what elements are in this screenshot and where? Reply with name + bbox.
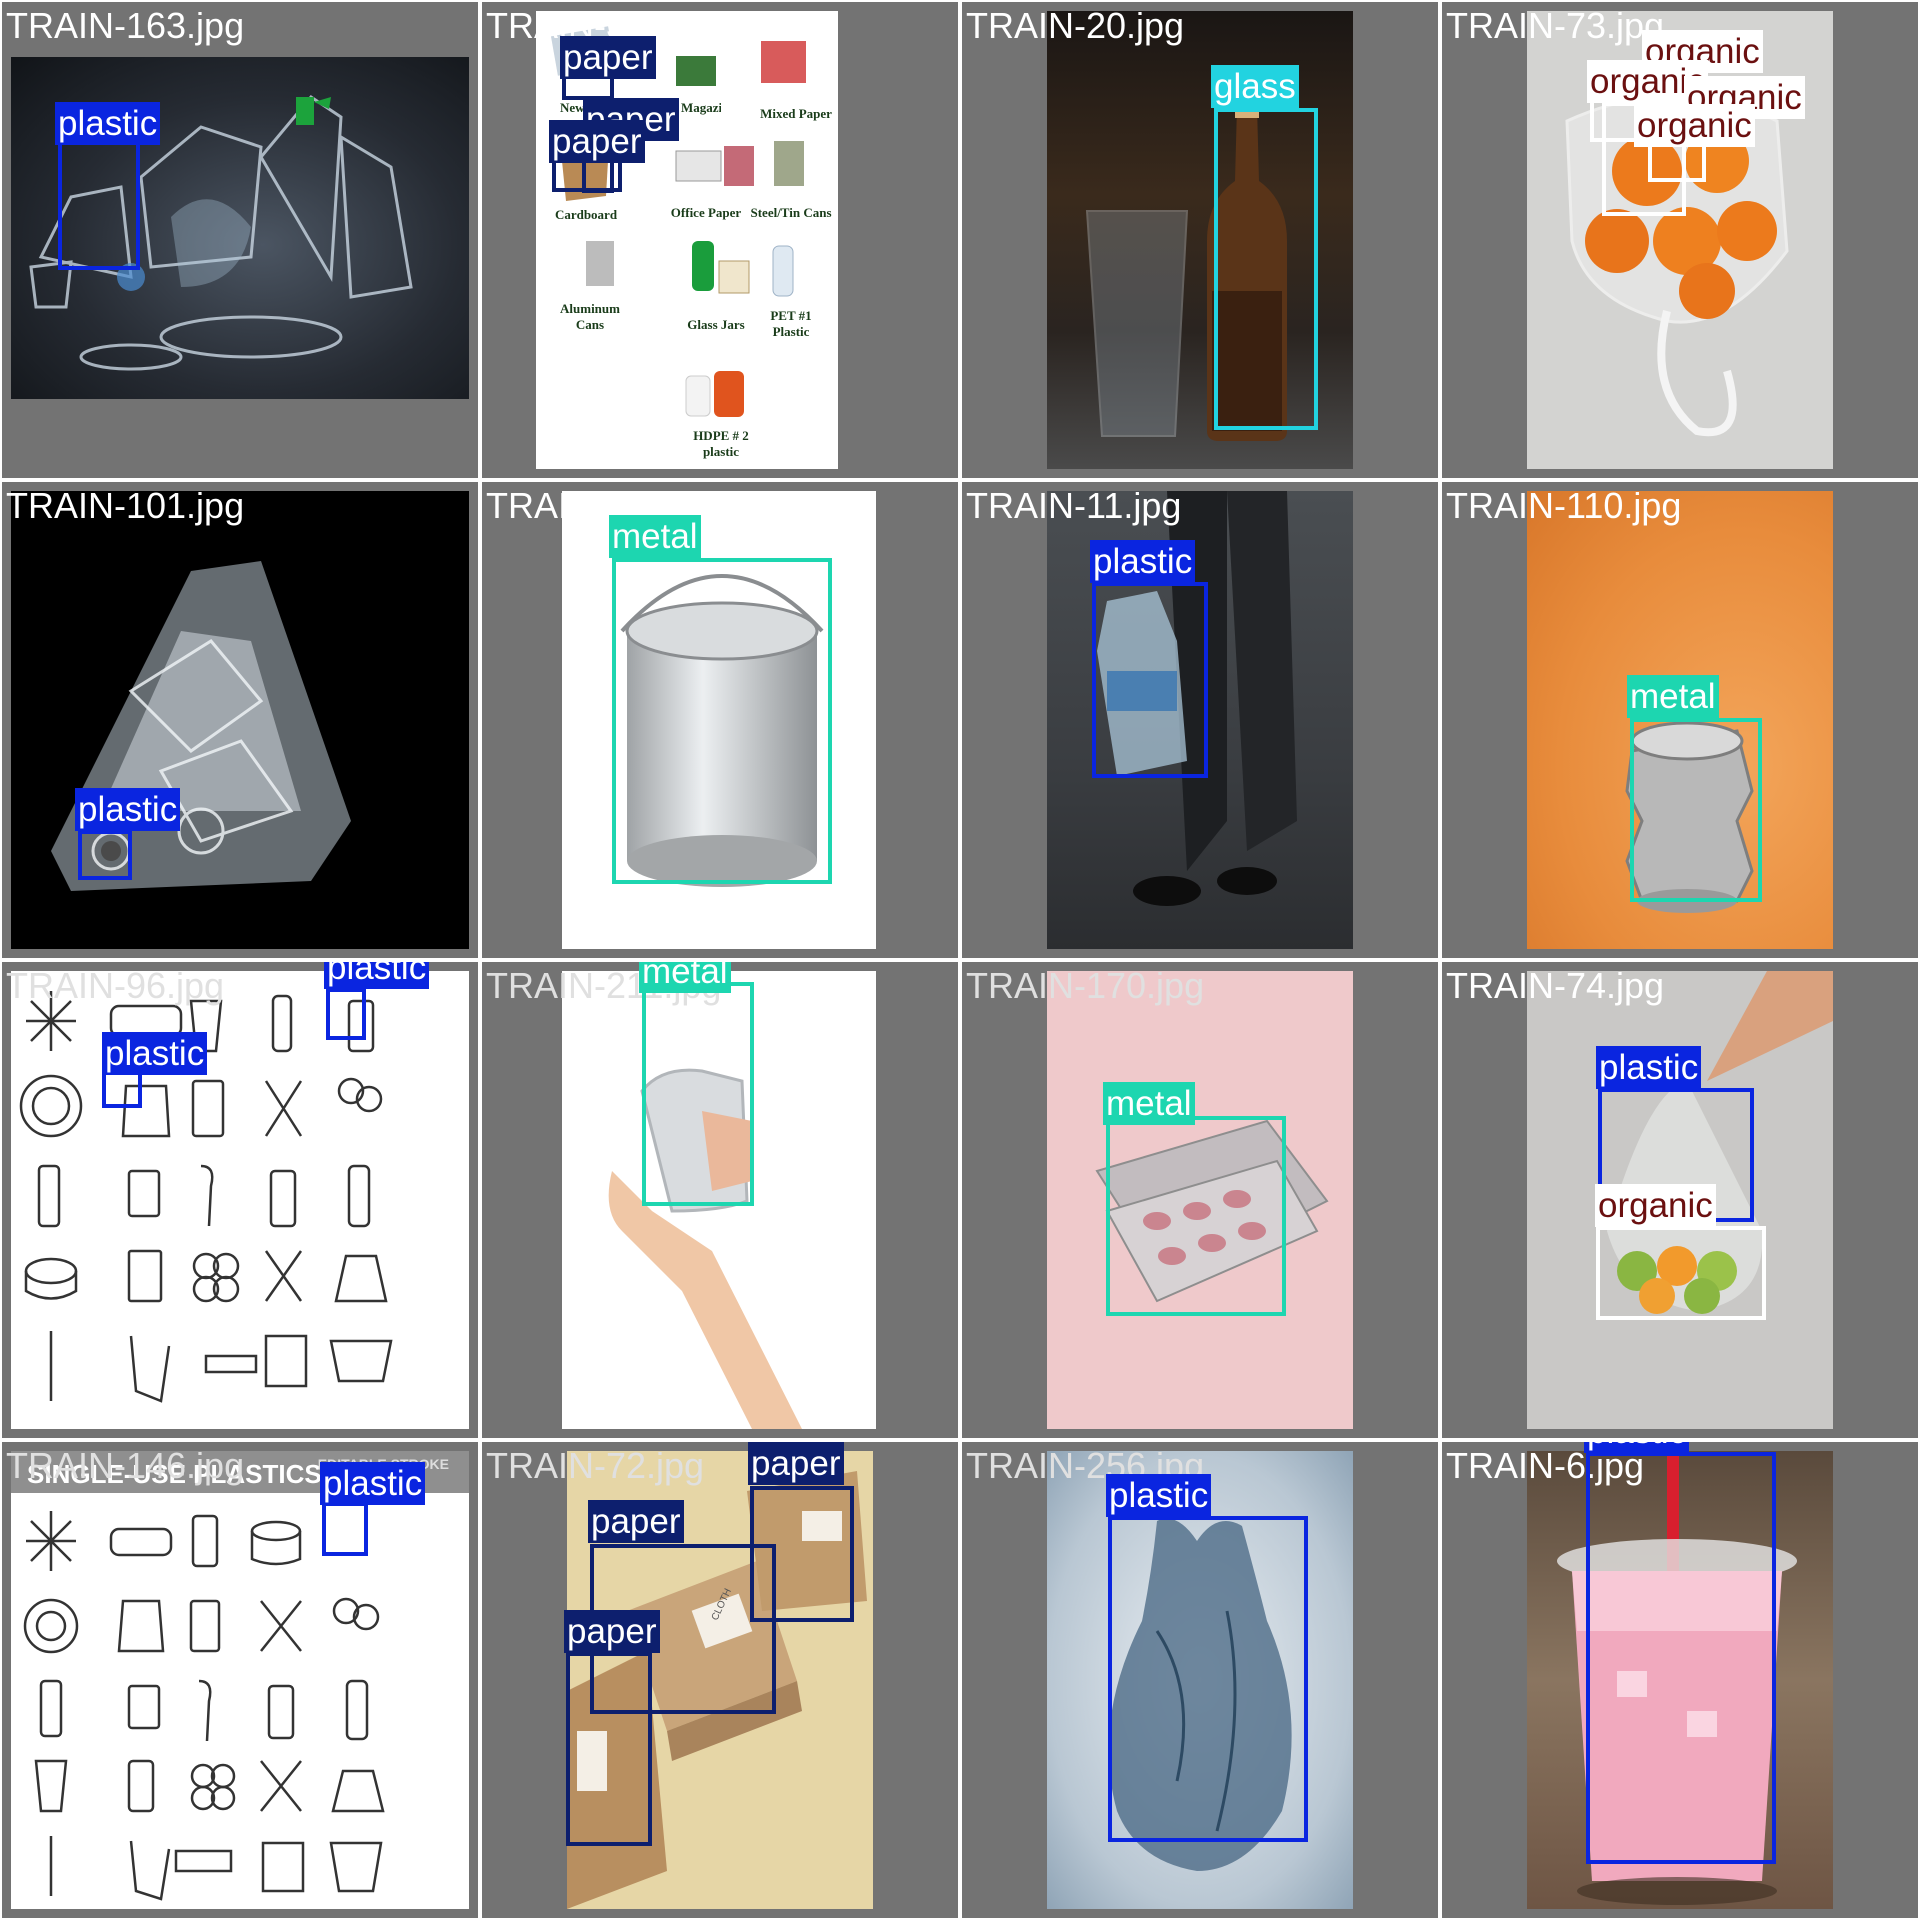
bbox-label: plastic [1584,1442,1690,1453]
caption-steel-tin-cans: Steel/Tin Cans [750,205,832,220]
bbox-label: organic [1595,1184,1716,1227]
bbox-plastic [1586,1452,1776,1864]
bbox-metal [1106,1116,1286,1316]
tile-train-6: TRAIN-6.jpg plastic [1442,1442,1918,1918]
tile-filename: TRAIN-73.jpg [1446,5,1665,46]
photo-plastic-heap [11,491,469,949]
bbox-label: paper [560,36,656,79]
tile-train-101: TRAIN-101.jpg plastic [2,482,478,958]
tile-train-146: SINGLE-USE PLASTICS EDITABLE STROKE [2,1442,478,1918]
tile-train-110: TRAIN-110.jpg metal [1442,482,1918,958]
caption-magazines: Magazines [681,100,721,115]
bbox-label: plastic [75,788,181,831]
bbox-label: paper [588,1500,684,1543]
tile-train-211: TRAIN-211.jpg metal [482,962,958,1438]
tile-filename: TRAIN-96.jpg [6,965,225,1006]
bbox-label: paper [748,1442,844,1485]
tile-filename: TRAIN-20.jpg [966,5,1185,46]
bbox-plastic [78,830,132,880]
image-grid: TRAIN-163.jpg plastic Newspaper [0,0,1920,1920]
tile-train-227: TRAIN-227.jpg metal [482,482,958,958]
tile-filename: TRAIN-74.jpg [1446,965,1665,1006]
bbox-metal [642,982,754,1206]
bbox-plastic [58,140,140,270]
tile-filename: TRAIN-110.jpg [1446,485,1682,526]
tile-train-256: TRAIN-256.jpg plastic [962,1442,1438,1918]
caption-pet-plastic: PET #1 Plastic [770,308,812,339]
caption-aluminum-cans: Aluminum Cans [560,301,620,332]
bbox-label: plastic [1596,1046,1702,1089]
bbox-label: plastic [55,102,161,145]
tile-filename: TRAIN-101.jpg [6,485,245,526]
tile-filename: TRAIN-146.jpg [6,1445,245,1486]
tile-train-170: TRAIN-170.jpg metal [962,962,1438,1438]
tile-train-11: TRAIN-11.jpg plastic [962,482,1438,958]
bbox-plastic [326,988,366,1040]
bbox-label: metal [609,515,701,558]
tile-train-72: CLOTH TRAIN-72.jpg paper paper paper [482,1442,958,1918]
bbox-paper [566,1652,652,1846]
caption-hdpe-plastic: HDPE # 2 plastic [693,428,749,459]
bbox-label: plastic [1106,1474,1212,1517]
bbox-label: paper [549,120,645,163]
bbox-label: plastic [324,962,430,989]
bbox-label: plastic [320,1462,426,1505]
tile-train-20: TRAIN-20.jpg glass [962,2,1438,478]
tile-train-96: TRAIN-96.jpg plastic plastic [2,962,478,1438]
caption-mixed-paper: Mixed Paper [760,106,832,121]
bbox-plastic [322,1502,368,1556]
bbox-label: plastic [102,1032,208,1075]
caption-cardboard: Cardboard [554,207,618,222]
bbox-label: glass [1211,65,1299,108]
tile-train-73: TRAIN-73.jpg organic organic organic org… [1442,2,1918,478]
bbox-label: organic [1634,104,1755,147]
single-use-icon-grid [19,991,393,1403]
bbox-metal [612,558,832,884]
tile-filename: TRAIN-72.jpg [486,1445,705,1486]
photo-icon-sheet [11,971,469,1429]
bbox-glass [1214,108,1318,430]
bbox-label: paper [564,1610,660,1653]
plastic-heap-illustration [51,561,351,891]
caption-glass-jars: Glass Jars [687,317,745,332]
single-use-icon-grid [23,1511,385,1901]
bbox-plastic [1108,1516,1308,1842]
bbox-metal [1630,718,1762,902]
tile-train-305: Newspaper Magazines Mixed Paper Cardboar… [482,2,958,478]
bbox-paper [750,1486,854,1622]
bbox-plastic [1092,582,1208,778]
bbox-label: metal [1627,675,1719,718]
bbox-label: plastic [1090,540,1196,583]
tile-filename: TRAIN-163.jpg [6,5,245,46]
tile-filename: TRAIN-11.jpg [966,485,1182,526]
bbox-label: metal [1103,1082,1195,1125]
tile-train-74: TRAIN-74.jpg plastic organic [1442,962,1918,1438]
bbox-organic [1596,1226,1766,1320]
tile-train-163: TRAIN-163.jpg plastic [2,2,478,478]
tile-filename: TRAIN-170.jpg [966,965,1205,1006]
photo-icon-sheet-titled: SINGLE-USE PLASTICS EDITABLE STROKE [11,1451,469,1909]
bbox-label: metal [639,962,731,993]
